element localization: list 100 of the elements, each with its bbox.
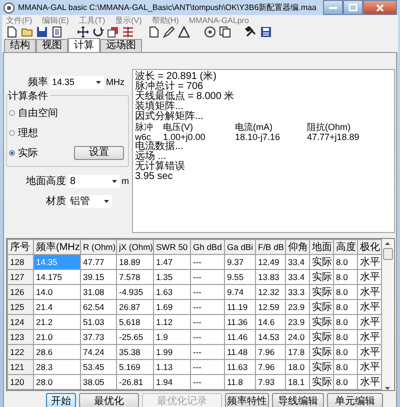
column-header[interactable]: 仰角 — [286, 240, 310, 254]
menu-item[interactable]: MMANA-GALpro — [188, 16, 249, 25]
table-cell: 7.96 — [256, 344, 286, 360]
table-cell: 9.37 — [224, 254, 256, 270]
dropdown[interactable]: 8 — [68, 174, 120, 188]
menu-item[interactable]: 显示(V) — [115, 15, 142, 26]
table-cell: 21.0 — [34, 330, 80, 344]
output-line: 装填矩阵... — [135, 102, 184, 112]
tab[interactable]: 远场图 — [100, 39, 142, 52]
tab[interactable]: 结构 — [4, 39, 36, 52]
menu-item[interactable]: 编辑(E) — [42, 15, 69, 26]
output-column-header: 脉冲 — [135, 122, 154, 132]
table-cell: 1.35 — [154, 270, 190, 284]
table-cell: 12.59 — [256, 300, 286, 314]
column-header[interactable]: R (Ohm) — [80, 240, 116, 254]
table-cell: 53.45 — [80, 360, 116, 374]
table-cell: -4.935 — [116, 284, 154, 300]
table-cell: 1.94 — [154, 374, 190, 390]
column-header[interactable]: 序号 — [8, 240, 34, 254]
column-header[interactable]: 地面 — [310, 240, 334, 254]
column-header[interactable]: 高度 — [334, 240, 358, 254]
table-cell: 8.0 — [334, 374, 358, 390]
table-cell: 8.0 — [334, 300, 358, 314]
save-icon[interactable] — [36, 26, 48, 38]
table-cell: 18.0 — [286, 360, 310, 374]
table-cell: 8.0 — [334, 270, 358, 284]
table-cell: 8.0 — [334, 284, 358, 300]
table-cell: --- — [190, 344, 224, 360]
dropdown[interactable]: 14.35 — [50, 76, 104, 88]
table-cell: 8.0 — [334, 344, 358, 360]
column-header[interactable]: jX (Ohm) — [116, 240, 154, 254]
column-header[interactable]: Gh dBd — [190, 240, 224, 254]
menu-item[interactable]: 工具(T) — [78, 15, 106, 26]
table-cell: 31.08 — [80, 284, 116, 300]
dropdown[interactable]: 铝管 — [68, 194, 112, 208]
row-header[interactable]: 127 — [8, 270, 34, 284]
minimize-button[interactable] — [323, 0, 343, 15]
column-header[interactable]: SWR 50 — [154, 240, 190, 254]
spacing-lines-icon[interactable] — [122, 26, 134, 38]
column-header[interactable]: Ga dBi — [224, 240, 256, 254]
close-button[interactable] — [363, 0, 397, 15]
tools-icon[interactable] — [245, 26, 257, 38]
radio-button[interactable]: 实际 — [9, 146, 38, 160]
tab[interactable]: 视图 — [36, 39, 68, 52]
menu-item[interactable]: 文件(F) — [6, 15, 32, 26]
table-cell: 8.0 — [334, 314, 358, 330]
table-cell: --- — [190, 300, 224, 314]
row-header[interactable]: 123 — [8, 330, 34, 344]
table-cell: 1.13 — [154, 360, 190, 374]
table-cell: 51.03 — [80, 314, 116, 330]
table-cell: 33.4 — [286, 270, 310, 284]
table-cell: 35.38 — [116, 344, 154, 360]
button[interactable]: 频率特性 — [225, 393, 269, 407]
button[interactable]: 导线编辑 — [272, 393, 324, 407]
row-header[interactable]: 120 — [8, 374, 34, 390]
button[interactable]: 单元编辑 — [327, 393, 383, 407]
row-header[interactable]: 122 — [8, 344, 34, 360]
field-label: 频率 — [28, 76, 48, 89]
column-header[interactable]: 极化 — [358, 240, 382, 254]
maximize-button[interactable] — [343, 0, 363, 15]
row-header[interactable]: 121 — [8, 360, 34, 374]
table-cell: 14.175 — [34, 270, 80, 284]
table-cell: 1.99 — [154, 344, 190, 360]
radio-button[interactable]: 理想 — [9, 126, 38, 140]
column-header[interactable]: 频率(MHz — [34, 240, 80, 254]
output-column-header: 阻抗(Ohm) — [307, 122, 352, 132]
tab[interactable]: 计算 — [68, 38, 100, 52]
row-header[interactable]: 126 — [8, 284, 34, 300]
triangle-icon[interactable] — [178, 26, 190, 38]
table-cell: 14.35 — [34, 254, 80, 270]
button[interactable]: 开始 — [46, 393, 76, 407]
document-icon[interactable] — [51, 26, 63, 38]
table-cell: 38.05 — [80, 374, 116, 390]
table-cell: 11.48 — [224, 344, 256, 360]
target-icon[interactable] — [204, 26, 216, 38]
overlap-squares-icon[interactable] — [107, 26, 119, 38]
table-cell: 实际 — [310, 330, 334, 344]
caret-icon — [96, 80, 101, 84]
copy-icon[interactable] — [219, 26, 231, 38]
radio-button[interactable]: 自由空间 — [9, 106, 58, 120]
rotate-icon[interactable] — [92, 26, 104, 38]
table-cell: 14.53 — [256, 330, 286, 344]
button[interactable]: 最优化 — [79, 393, 139, 407]
calculator-icon[interactable] — [260, 26, 272, 38]
table-cell: 23.9 — [286, 300, 310, 314]
table-cell: 37.73 — [80, 330, 116, 344]
column-header[interactable]: F/B dB — [256, 240, 286, 254]
table-cell: 1.69 — [154, 300, 190, 314]
scrollbar[interactable] — [382, 239, 393, 390]
row-header[interactable]: 128 — [8, 254, 34, 270]
scroll-thumb[interactable] — [382, 248, 392, 260]
table-cell: 28.0 — [34, 374, 80, 390]
close-icon — [375, 2, 385, 12]
table-cell: --- — [190, 360, 224, 374]
table-cell: 18.89 — [116, 254, 154, 270]
move-arrows-icon[interactable] — [77, 26, 89, 38]
settings-button[interactable]: 设置 — [74, 146, 124, 160]
row-header[interactable]: 125 — [8, 300, 34, 314]
menu-item[interactable]: 帮助(H) — [152, 15, 179, 26]
row-header[interactable]: 124 — [8, 314, 34, 330]
